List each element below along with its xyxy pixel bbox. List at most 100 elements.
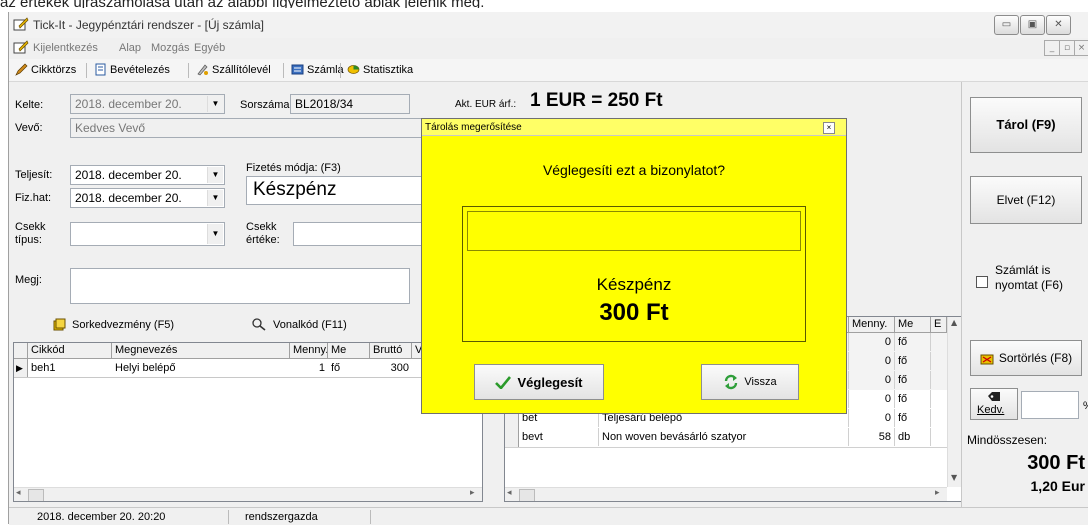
sorszam-field[interactable]: BL2018/34	[290, 94, 410, 114]
teljesit-date-field[interactable]: 2018. december 20. ▼	[70, 165, 225, 185]
dialog-input-area	[467, 211, 801, 251]
toolbar-bevetelezes-button[interactable]: Bevételezés	[94, 63, 170, 76]
vissza-label: Vissza	[744, 376, 777, 388]
chevron-down-icon[interactable]: ▼	[207, 96, 223, 112]
dialog-close-button[interactable]: ×	[823, 122, 835, 134]
horizontal-scrollbar[interactable]: ◂ ▸	[505, 487, 947, 501]
scroll-down-icon[interactable]: ▼	[951, 473, 957, 482]
cell-me[interactable]: fő	[328, 359, 370, 377]
chevron-down-icon[interactable]: ▼	[207, 224, 223, 244]
sortorles-button[interactable]: Sortörlés (F8)	[970, 340, 1082, 376]
col-header-me[interactable]: Me	[328, 343, 370, 359]
mdi-restore-button[interactable]: ▫	[1059, 40, 1075, 56]
megj-field[interactable]	[70, 268, 410, 304]
col-header-me[interactable]: Me	[895, 317, 931, 333]
scroll-right-icon[interactable]: ▸	[935, 488, 940, 498]
cell-me[interactable]: fő	[895, 390, 931, 408]
delete-row-icon	[980, 354, 994, 364]
scroll-left-icon[interactable]: ◂	[16, 488, 21, 498]
elvet-button[interactable]: Elvet (F12)	[970, 176, 1082, 224]
cell-nev[interactable]: Non woven bevásárló szatyor	[599, 428, 849, 446]
col-header-e[interactable]: E	[931, 317, 947, 333]
tarol-button[interactable]: Tárol (F9)	[970, 97, 1082, 153]
col-header-menny[interactable]: Menny.	[849, 317, 895, 333]
megj-label: Megj:	[15, 274, 42, 286]
toolbar-cikktorzs-button[interactable]: Cikktörzs	[15, 63, 76, 76]
cell-me[interactable]: db	[895, 428, 931, 446]
cell-kod[interactable]: bevt	[519, 428, 599, 446]
scroll-up-icon[interactable]: ▲	[951, 318, 957, 327]
menu-egyeb[interactable]: Egyéb	[194, 42, 225, 54]
menu-mozgas[interactable]: Mozgás	[151, 42, 190, 54]
sortorles-label: Sortörlés (F8)	[998, 351, 1073, 365]
scroll-right-icon[interactable]: ▸	[470, 488, 475, 498]
vevo-field[interactable]: Kedves Vevő	[70, 118, 430, 138]
vissza-button[interactable]: Vissza	[701, 364, 799, 400]
cell-me[interactable]: fő	[895, 352, 931, 370]
kedv-button[interactable]: Kedv.	[970, 388, 1018, 420]
toolbar-statisztika-button[interactable]: Statisztika	[347, 63, 413, 76]
cell-cikkod[interactable]: beh1	[28, 359, 112, 377]
kedv-percent-field[interactable]	[1021, 391, 1079, 419]
cell-menny[interactable]: 0	[849, 371, 895, 389]
csekk-erteke-label-2: értéke:	[246, 234, 280, 246]
eur-rate-value: 1 EUR = 250 Ft	[530, 90, 663, 111]
toolbar-szamla-button[interactable]: Számla	[291, 63, 344, 76]
cell-megnevezes[interactable]: Helyi belépő	[112, 359, 290, 377]
mdi-child-icon	[13, 40, 29, 54]
vertical-scrollbar[interactable]: ▲ ▼	[947, 317, 961, 487]
toolbar-cikktorzs-label: Cikktörzs	[31, 63, 77, 76]
teljesit-value: 2018. december 20.	[75, 168, 182, 182]
toolbar-bevetelezes-label: Bevételezés	[110, 63, 170, 76]
csekk-erteke-field[interactable]	[293, 222, 430, 246]
items-grid[interactable]: Cikkód Megnevezés Menny. Me Bruttó VT ▶ …	[13, 342, 483, 502]
scroll-thumb[interactable]	[28, 489, 44, 501]
barcode-search-icon	[252, 318, 266, 331]
toolbar-separator	[340, 63, 341, 78]
cell-menny[interactable]: 0	[849, 409, 895, 427]
vonalkod-button[interactable]: Vonalkód (F11)	[252, 318, 347, 331]
col-header-cikkod[interactable]: Cikkód	[28, 343, 112, 359]
kedv-label: Kedv.	[977, 404, 1005, 416]
maximize-button[interactable]: ▣	[1020, 15, 1045, 35]
cell-me[interactable]: fő	[895, 371, 931, 389]
fizmod-label: Fizetés módja: (F3)	[246, 162, 341, 174]
fizmod-field[interactable]: Készpénz	[246, 176, 430, 205]
table-row[interactable]: bevt Non woven bevásárló szatyor 58 db	[505, 428, 947, 448]
chevron-down-icon[interactable]: ▼	[207, 167, 223, 183]
scroll-thumb[interactable]	[519, 489, 535, 501]
toolbar-separator	[86, 63, 87, 78]
cell-menny[interactable]: 0	[849, 352, 895, 370]
col-header-brutto[interactable]: Bruttó	[370, 343, 412, 359]
csekk-tipus-select[interactable]: ▼	[70, 222, 225, 246]
mdi-minimize-button[interactable]: _	[1044, 40, 1060, 56]
szamlat-is-checkbox[interactable]	[976, 276, 988, 288]
cell-me[interactable]: fő	[895, 333, 931, 351]
scroll-left-icon[interactable]: ◂	[507, 488, 512, 498]
col-header-menny[interactable]: Menny.	[290, 343, 328, 359]
dialog-title: Tárolás megerősítése	[425, 122, 522, 133]
cell-me[interactable]: fő	[895, 409, 931, 427]
window-title: Tick-It - Jegypénztári rendszer - [Új sz…	[33, 18, 264, 32]
menu-alap[interactable]: Alap	[119, 42, 141, 54]
mdi-close-button[interactable]: ×	[1074, 40, 1088, 56]
fizhat-date-field[interactable]: 2018. december 20. ▼	[70, 188, 225, 208]
veglegesit-button[interactable]: Véglegesít	[474, 364, 604, 400]
toolbar-szallitolevel-button[interactable]: Szállítólevél	[196, 63, 271, 76]
kelte-date-field[interactable]: 2018. december 20. ▼	[70, 94, 225, 114]
col-header-megnevezes[interactable]: Megnevezés	[112, 343, 290, 359]
cell-menny[interactable]: 0	[849, 333, 895, 351]
minimize-button[interactable]: ▭	[994, 15, 1019, 35]
menu-kijelentkezes[interactable]: Kijelentkezés	[33, 42, 98, 54]
cell-menny[interactable]: 58	[849, 428, 895, 446]
horizontal-scrollbar[interactable]: ◂ ▸	[14, 487, 482, 501]
chevron-down-icon[interactable]: ▼	[207, 190, 223, 206]
sorkedvezmeny-button[interactable]: Sorkedvezmény (F5)	[53, 318, 174, 331]
total-eur-value: 1,20 Eur	[1030, 478, 1085, 494]
close-button[interactable]: ✕	[1046, 15, 1071, 35]
cell-menny[interactable]: 1	[290, 359, 328, 377]
cell-brutto[interactable]: 300	[370, 359, 412, 377]
cell-menny[interactable]: 0	[849, 390, 895, 408]
table-row[interactable]: ▶ beh1 Helyi belépő 1 fő 300	[14, 359, 482, 378]
app-icon	[13, 17, 29, 31]
